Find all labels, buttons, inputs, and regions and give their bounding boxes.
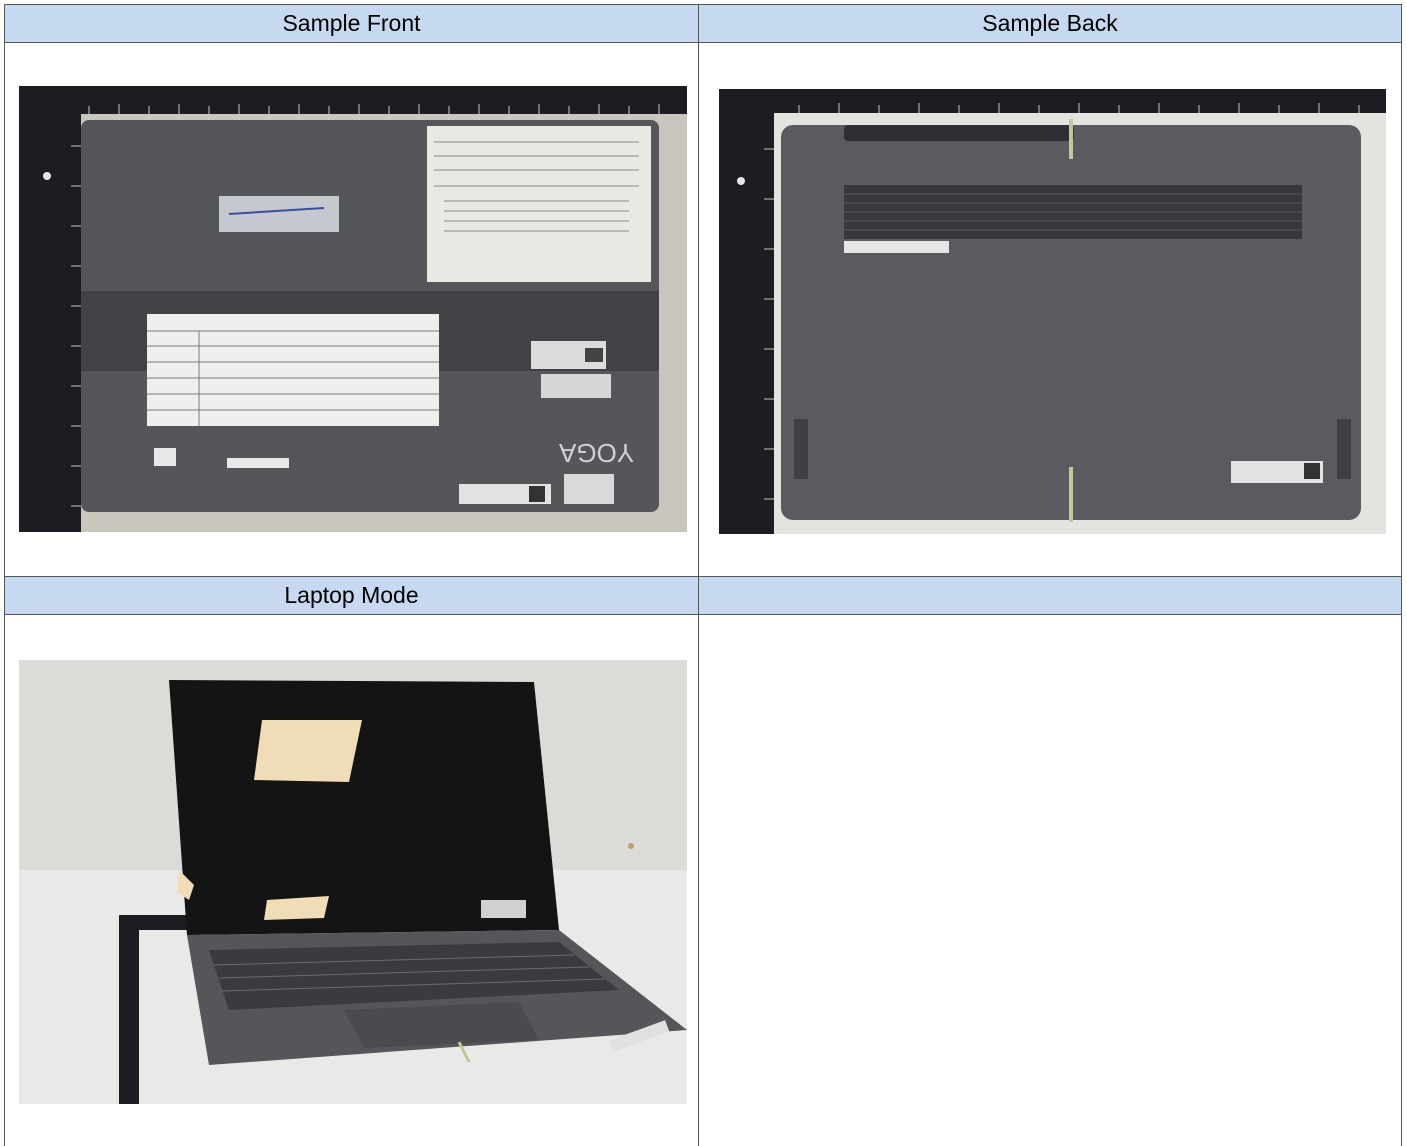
brand-logo: YOGA	[558, 438, 634, 468]
table-border-left	[4, 4, 5, 1146]
sample-front-photo: YOGA	[19, 86, 687, 532]
header-laptop-mode: Laptop Mode	[5, 577, 698, 614]
header-sample-back: Sample Back	[699, 5, 1401, 42]
header-divider-2	[4, 614, 1402, 615]
column-divider	[698, 4, 699, 1146]
header-empty	[699, 577, 1401, 614]
table-border-right	[1401, 4, 1402, 1146]
photo-table: Sample Front Sample Back Laptop Mode YOG…	[4, 4, 1402, 1146]
header-sample-front: Sample Front	[5, 5, 698, 42]
laptop-mode-photo	[19, 660, 687, 1104]
header-divider-1	[4, 42, 1402, 43]
sample-back-photo	[719, 89, 1386, 534]
